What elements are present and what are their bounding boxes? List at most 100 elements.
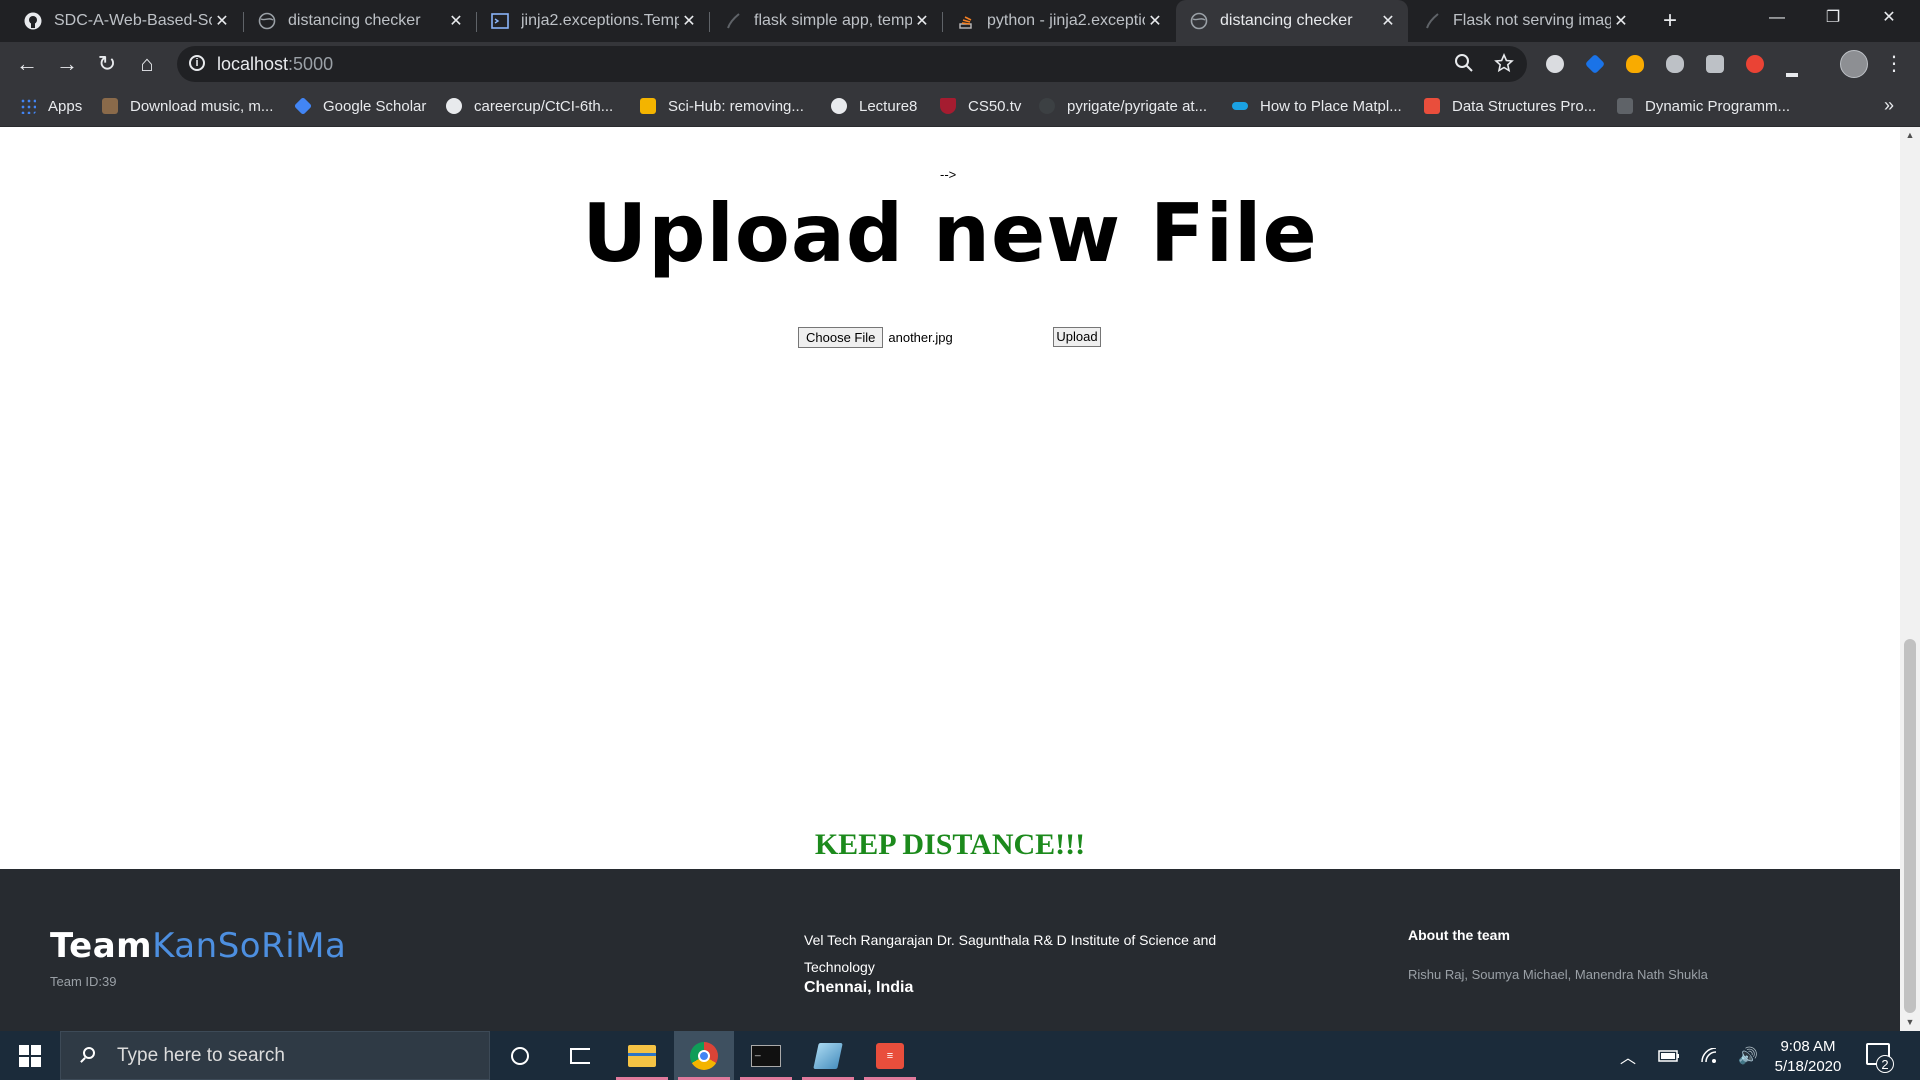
tab-flask-simple-app[interactable]: flask simple app, templ ✕ (710, 0, 942, 42)
extension-icon[interactable] (1786, 55, 1798, 77)
chrome-icon (690, 1041, 718, 1070)
bookmark-careercup[interactable]: careercup/CtCI-6th... (446, 86, 613, 126)
music-icon (102, 98, 118, 114)
flask-icon (724, 12, 742, 30)
tab-close-icon[interactable]: ✕ (1611, 11, 1631, 31)
tab-distancing-checker-active[interactable]: distancing checker ✕ (1176, 0, 1408, 42)
bookmark-google-scholar[interactable]: Google Scholar (293, 86, 427, 126)
bookmark-star-icon[interactable] (1494, 52, 1514, 79)
wifi-icon[interactable] (1700, 1031, 1720, 1080)
cortana-button[interactable] (490, 1031, 550, 1080)
search-placeholder: Type here to search (117, 1044, 285, 1066)
tab-title: distancing checker (1220, 12, 1353, 29)
geeks-icon (1424, 98, 1440, 114)
address-bar[interactable]: i localhost:5000 (177, 46, 1527, 82)
tab-sdc-github[interactable]: SDC-A-Web-Based-Sol ✕ (10, 0, 242, 42)
github-icon (24, 12, 42, 30)
globe-icon (258, 12, 276, 30)
page-footer: TeamKanSoRiMa Team ID:39 Vel Tech Rangar… (0, 869, 1900, 1031)
restore-button[interactable]: ❐ (1810, 0, 1856, 36)
choose-file-button[interactable]: Choose File (798, 326, 884, 348)
extension-icon[interactable] (1746, 55, 1764, 73)
taskbar-file-explorer[interactable] (612, 1031, 672, 1080)
bookmark-matplotlib[interactable]: How to Place Matpl... (1232, 86, 1402, 126)
globe-icon (831, 98, 847, 114)
profile-avatar[interactable] (1840, 50, 1868, 78)
stray-comment-text: --> (940, 167, 957, 182)
bookmark-download-music[interactable]: Download music, m... (102, 86, 273, 126)
taskbar-pdf-app[interactable]: ≡ (860, 1031, 920, 1080)
bookmark-data-structures[interactable]: Data Structures Pro... (1424, 86, 1596, 126)
bookmark-label: Download music, m... (130, 97, 274, 115)
bookmark-pyrigate[interactable]: pyrigate/pyrigate at... (1039, 86, 1207, 126)
bookmark-dynamic-programming[interactable]: Dynamic Programm... (1617, 86, 1790, 126)
bookmark-apps[interactable]: Apps (20, 86, 82, 126)
forward-button[interactable]: → (53, 50, 81, 78)
extension-icon[interactable] (1546, 55, 1564, 73)
tab-title: python - jinja2.exceptic (987, 12, 1145, 29)
terminal-icon: _ (751, 1044, 781, 1067)
site-info-icon[interactable]: i (189, 55, 205, 71)
github-icon (1039, 98, 1055, 114)
close-window-button[interactable]: ✕ (1866, 0, 1912, 36)
battery-icon[interactable] (1658, 1031, 1680, 1080)
taskbar-search-box[interactable]: Type here to search (60, 1031, 490, 1080)
tab-title: jinja2.exceptions.Templ (521, 12, 679, 29)
scihub-icon (640, 98, 656, 114)
bookmark-label: Google Scholar (323, 97, 427, 115)
taskbar-notebook-app[interactable] (798, 1031, 858, 1080)
bookmarks-bar: Apps Download music, m... Google Scholar… (0, 86, 1920, 127)
selected-file-name: another.jpg (888, 329, 953, 345)
flask-icon (1423, 12, 1441, 30)
address-url[interactable]: localhost:5000 (217, 54, 333, 75)
start-button[interactable] (0, 1031, 60, 1080)
tab-close-icon[interactable]: ✕ (1145, 11, 1165, 31)
upload-form: Choose File another.jpg Upload (798, 325, 1101, 349)
extension-icon[interactable] (1584, 53, 1606, 75)
menu-icon[interactable]: ⋮ (1884, 50, 1904, 78)
bookmark-label: How to Place Matpl... (1260, 97, 1402, 115)
extension-icon[interactable] (1626, 55, 1644, 73)
team-brand[interactable]: TeamKanSoRiMa (50, 926, 346, 966)
back-button[interactable]: ← (13, 50, 41, 78)
taskbar-chrome[interactable] (674, 1031, 734, 1080)
bookmarks-overflow-button[interactable]: » (1884, 95, 1894, 116)
tab-close-icon[interactable]: ✕ (679, 11, 699, 31)
taskbar-terminal[interactable]: _ (736, 1031, 796, 1080)
scrollbar-thumb[interactable] (1904, 639, 1916, 1013)
extension-icon[interactable] (1666, 55, 1684, 73)
tab-distancing-checker-1[interactable]: distancing checker ✕ (244, 0, 476, 42)
clock-date: 5/18/2020 (1774, 1058, 1842, 1075)
tab-close-icon[interactable]: ✕ (1378, 11, 1398, 31)
scroll-up-arrow-icon[interactable]: ▲ (1900, 127, 1920, 144)
tab-close-icon[interactable]: ✕ (446, 11, 466, 31)
tab-flask-not-serving[interactable]: Flask not serving imag ✕ (1409, 0, 1641, 42)
tab-jinja-exception[interactable]: jinja2.exceptions.Templ ✕ (477, 0, 709, 42)
upload-button[interactable]: Upload (1053, 327, 1101, 347)
reload-button[interactable]: ↻ (93, 50, 121, 78)
scroll-down-arrow-icon[interactable]: ▼ (1900, 1014, 1920, 1031)
taskbar-clock[interactable]: 9:08 AM 5/18/2020 (1770, 1037, 1846, 1077)
tab-stackoverflow-jinja[interactable]: python - jinja2.exceptic ✕ (943, 0, 1175, 42)
stackoverflow-icon (957, 12, 975, 30)
tab-close-icon[interactable]: ✕ (212, 11, 232, 31)
bookmark-scihub[interactable]: Sci-Hub: removing... (640, 86, 804, 126)
browser-tab-strip: SDC-A-Web-Based-Sol ✕ distancing checker… (0, 0, 1920, 42)
extension-icon[interactable] (1706, 55, 1724, 73)
cortana-circle-icon (511, 1046, 529, 1065)
tab-title: distancing checker (288, 12, 421, 29)
page-scrollbar[interactable]: ▲ ▼ (1900, 127, 1920, 1031)
minimize-button[interactable]: — (1754, 0, 1800, 36)
magnifier-icon[interactable] (1454, 53, 1474, 79)
volume-icon[interactable]: 🔊 (1738, 1031, 1758, 1080)
institution-name: Vel Tech Rangarajan Dr. Sagunthala R& D … (804, 932, 1217, 975)
tab-close-icon[interactable]: ✕ (912, 11, 932, 31)
pdf-reader-icon: ≡ (876, 1042, 904, 1069)
home-button[interactable]: ⌂ (133, 50, 161, 78)
task-view-button[interactable] (550, 1031, 610, 1080)
new-tab-button[interactable]: + (1655, 6, 1685, 36)
bookmark-lecture8[interactable]: Lecture8 (831, 86, 917, 126)
bookmark-cs50[interactable]: CS50.tv (940, 86, 1021, 126)
tray-chevron-icon[interactable]: ︿ (1620, 1031, 1636, 1080)
tab-title: Flask not serving imag (1453, 12, 1611, 29)
